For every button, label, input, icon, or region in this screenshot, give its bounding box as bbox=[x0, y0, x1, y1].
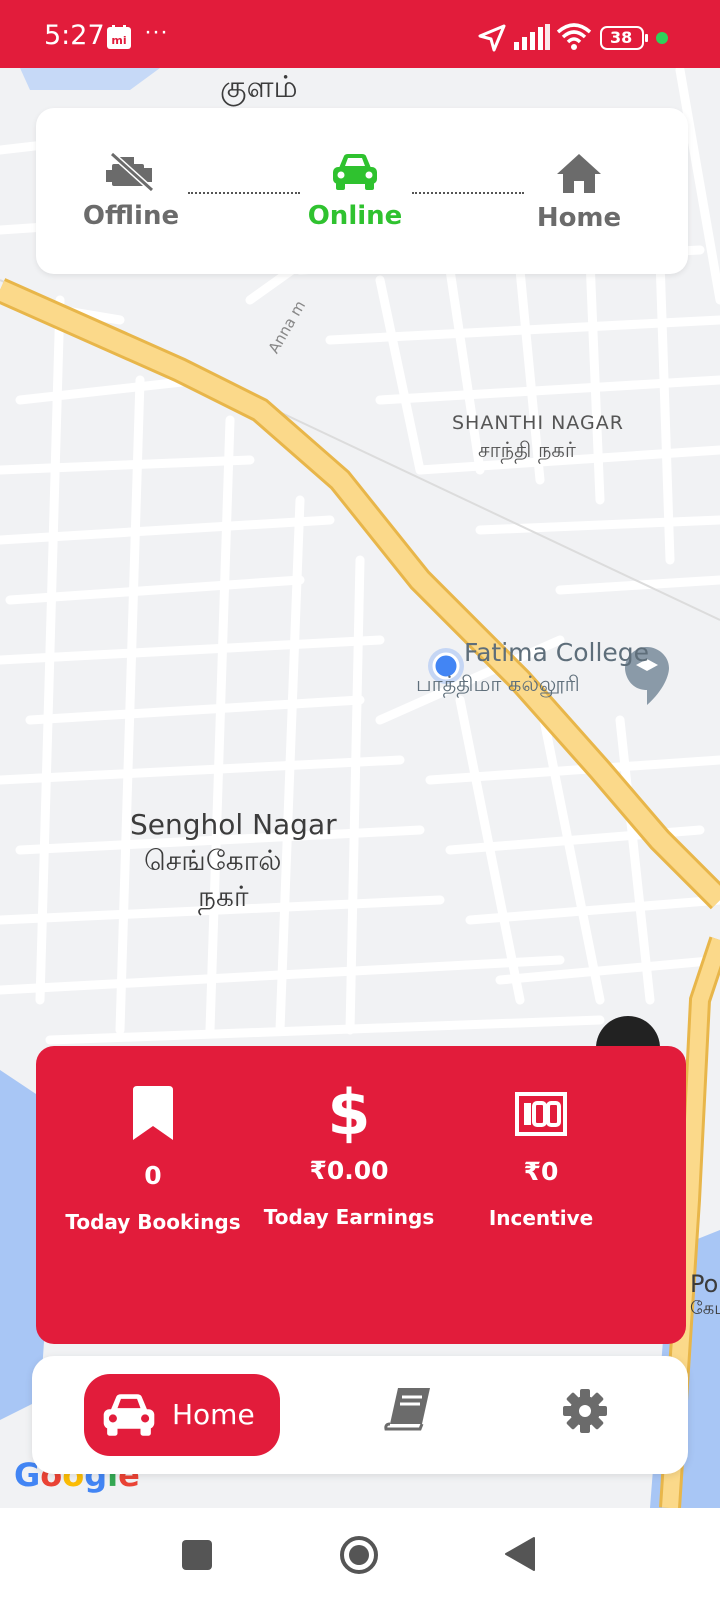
home-system-button[interactable] bbox=[338, 1534, 380, 1576]
nav-home-button[interactable]: Home bbox=[84, 1374, 280, 1456]
stat-today-earnings: $ ₹0.00 Today Earnings bbox=[244, 1076, 454, 1230]
bookmark-icon bbox=[133, 1086, 173, 1140]
stat-incentive: ₹0 Incentive bbox=[436, 1086, 646, 1230]
nav-home-label: Home bbox=[172, 1398, 255, 1431]
clock: 5:27 bbox=[44, 20, 105, 51]
map-label-senghol-ta2: நகர் bbox=[198, 880, 249, 913]
svg-text:mi: mi bbox=[111, 34, 126, 47]
more-notifications-icon: ··· bbox=[144, 18, 168, 45]
status-home-label: Home bbox=[536, 203, 622, 233]
status-home[interactable]: Home bbox=[504, 152, 654, 233]
map-label-senghol-en: Senghol Nagar bbox=[130, 808, 337, 841]
status-offline[interactable]: Offline bbox=[56, 151, 206, 231]
mi-notification-icon: mi bbox=[106, 24, 132, 55]
settings-icon bbox=[563, 1389, 607, 1433]
status-offline-label: Offline bbox=[82, 201, 180, 231]
incentive-100-icon bbox=[515, 1092, 567, 1136]
status-online-label: Online bbox=[307, 201, 403, 231]
status-online[interactable]: Online bbox=[280, 152, 430, 231]
nav-settings-button[interactable] bbox=[560, 1386, 616, 1442]
privacy-dot-icon bbox=[656, 32, 668, 44]
home-icon bbox=[557, 154, 601, 193]
map-label-shanthi-en: SHANTHI NAGAR bbox=[452, 412, 624, 434]
driver-status-card: Offline Online Home bbox=[36, 108, 688, 274]
nav-bookings-button[interactable] bbox=[384, 1386, 440, 1442]
wifi-icon bbox=[556, 22, 592, 55]
map-label-kulam: குளம் bbox=[220, 70, 298, 105]
battery-level: 38 bbox=[610, 28, 633, 47]
book-icon bbox=[384, 1388, 430, 1431]
home-car-icon bbox=[103, 1394, 155, 1436]
map-label-shanthi-ta: சாந்தி நகர் bbox=[478, 438, 576, 462]
incentive-value: ₹0 bbox=[523, 1157, 559, 1186]
today-bookings-value: 0 bbox=[144, 1161, 162, 1190]
stat-today-bookings: 0 Today Bookings bbox=[48, 1086, 258, 1234]
map-label-fatima-en: Fatima College bbox=[464, 638, 650, 667]
car-icon bbox=[333, 154, 377, 190]
system-navigation-bar bbox=[0, 1508, 720, 1600]
map-label-fatima-ta: பாத்திமா கல்லூரி bbox=[416, 672, 580, 696]
map-label-edge-po: Po bbox=[690, 1270, 719, 1298]
engine-off-icon bbox=[106, 151, 155, 193]
map-label-edge-ta: கேட bbox=[690, 1298, 720, 1319]
back-button[interactable] bbox=[504, 1536, 536, 1572]
incentive-label: Incentive bbox=[488, 1206, 594, 1230]
recents-button[interactable] bbox=[182, 1540, 212, 1570]
map-label-senghol-ta1: செங்கோல் bbox=[144, 844, 282, 877]
today-bookings-label: Today Bookings bbox=[65, 1210, 241, 1234]
today-earnings-value: ₹0.00 bbox=[309, 1156, 389, 1185]
dollar-icon: $ bbox=[327, 1076, 371, 1149]
stats-card: 0 Today Bookings $ ₹0.00 Today Earnings … bbox=[36, 1046, 686, 1344]
signal-icon bbox=[514, 24, 550, 55]
location-arrow-icon bbox=[478, 24, 506, 57]
today-earnings-label: Today Earnings bbox=[263, 1205, 435, 1229]
bottom-nav: Home bbox=[32, 1356, 688, 1474]
status-bar: 5:27 mi ··· 38 bbox=[0, 0, 720, 68]
